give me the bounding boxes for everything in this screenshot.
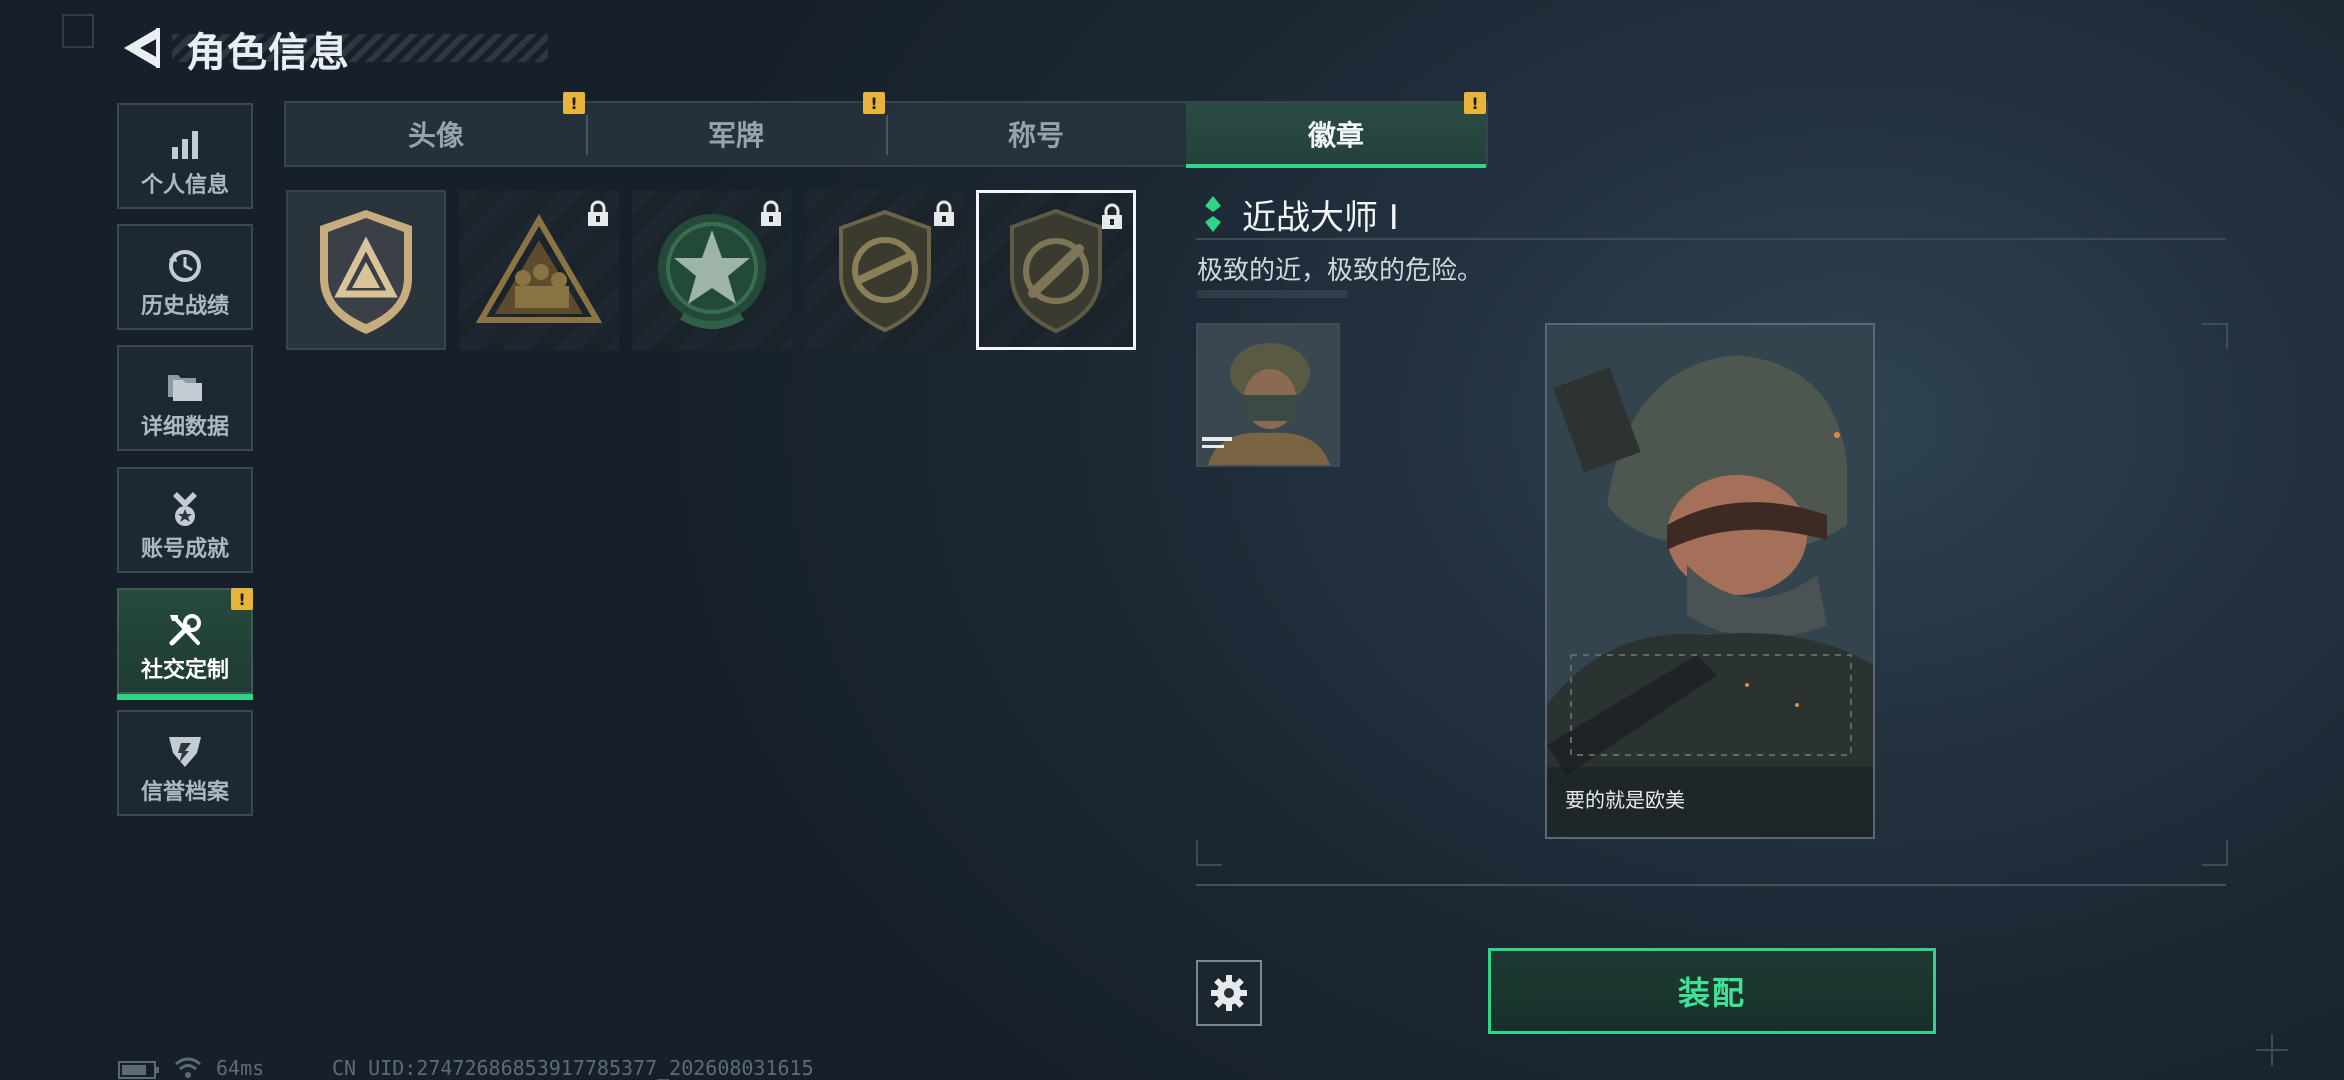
tools-icon xyxy=(169,614,201,646)
badge-item[interactable] xyxy=(459,190,619,350)
lock-icon xyxy=(588,200,608,226)
alert-icon: ! xyxy=(231,588,253,610)
sidebar-item-label: 详细数据 xyxy=(140,415,229,440)
history-clock-icon xyxy=(169,250,201,282)
corner-mark xyxy=(62,14,94,48)
medal-icon xyxy=(173,492,197,526)
tab-label: 头像 xyxy=(407,119,464,152)
settings-button[interactable] xyxy=(1196,960,1262,1026)
ping-text: 64ms xyxy=(216,1056,265,1080)
tab-title[interactable]: 称号 xyxy=(886,103,1186,165)
sidebar-item-reputation[interactable]: 信誉档案 xyxy=(117,710,253,816)
lock-icon xyxy=(934,200,954,226)
tab-label: 徽章 xyxy=(1307,119,1364,152)
badge-item-selected[interactable] xyxy=(976,190,1136,350)
frame-corner xyxy=(1196,840,1222,866)
triangle-shield-badge-icon xyxy=(320,210,412,334)
sidebar-item-label: 个人信息 xyxy=(140,173,229,198)
profile-card: 要的就是欧美 xyxy=(1545,323,1875,839)
alert-icon: ! xyxy=(863,92,885,114)
active-indicator xyxy=(117,694,253,700)
crosshair-decoration-icon xyxy=(2256,1034,2288,1066)
uid-text: CN UID:27472686853917785377_202608031615 xyxy=(332,1056,814,1080)
emblem-icon xyxy=(169,737,201,767)
back-arrow-icon[interactable] xyxy=(118,24,162,72)
divider xyxy=(1196,884,2226,886)
sidebar-item-achievements[interactable]: 账号成就 xyxy=(117,467,253,573)
sidebar-item-label: 账号成就 xyxy=(140,537,229,562)
sidebar-item-detail-data[interactable]: 详细数据 xyxy=(117,345,253,451)
wifi-icon xyxy=(175,1057,201,1078)
sidebar-item-label: 信誉档案 xyxy=(140,780,229,805)
alert-icon: ! xyxy=(563,92,585,114)
sidebar-item-social-custom[interactable]: 社交定制 ! xyxy=(117,588,253,700)
tab-bar: 头像 军牌 称号 徽章 xyxy=(284,101,1488,168)
badge-item[interactable] xyxy=(805,190,965,350)
frame-corner xyxy=(2202,323,2228,349)
folders-icon xyxy=(168,375,202,401)
faint-underline xyxy=(1197,290,1347,298)
gear-icon xyxy=(1211,975,1247,1011)
lock-icon xyxy=(761,200,781,226)
page-title: 角色信息 xyxy=(186,30,350,76)
diamond-marker-icon xyxy=(1205,196,1221,232)
tab-badge[interactable]: 徽章 xyxy=(1186,103,1486,168)
equip-button-label: 装配 xyxy=(1677,974,1746,1012)
frame-corner xyxy=(2202,840,2228,866)
soldier-card-image xyxy=(1547,325,1873,837)
sidebar-item-history[interactable]: 历史战绩 xyxy=(117,224,253,330)
badge-title: 近战大师 Ⅰ xyxy=(1242,198,1399,238)
sidebar-item-personal-info[interactable]: 个人信息 xyxy=(117,103,253,209)
tab-avatar[interactable]: 头像 xyxy=(286,103,586,165)
soldier-portrait-image xyxy=(1198,325,1338,465)
card-player-name: 要的就是欧美 xyxy=(1565,788,1685,812)
lock-icon xyxy=(1102,203,1122,229)
badge-item[interactable] xyxy=(286,190,446,350)
bar-chart-icon xyxy=(172,131,198,159)
sidebar-item-label: 社交定制 xyxy=(140,658,229,683)
alert-icon: ! xyxy=(1464,92,1486,114)
tab-dogtag[interactable]: 军牌 xyxy=(586,103,886,165)
tab-label: 称号 xyxy=(1007,119,1064,152)
active-tab-underline xyxy=(1186,164,1486,168)
battery-icon xyxy=(118,1061,159,1079)
avatar xyxy=(1196,323,1340,467)
tab-label: 军牌 xyxy=(707,119,764,152)
equip-button[interactable]: 装配 xyxy=(1488,948,1936,1034)
badge-item[interactable] xyxy=(632,190,792,350)
divider xyxy=(1196,238,2226,240)
sidebar-item-label: 历史战绩 xyxy=(140,294,229,319)
badge-description: 极致的近，极致的危险。 xyxy=(1197,256,1484,286)
